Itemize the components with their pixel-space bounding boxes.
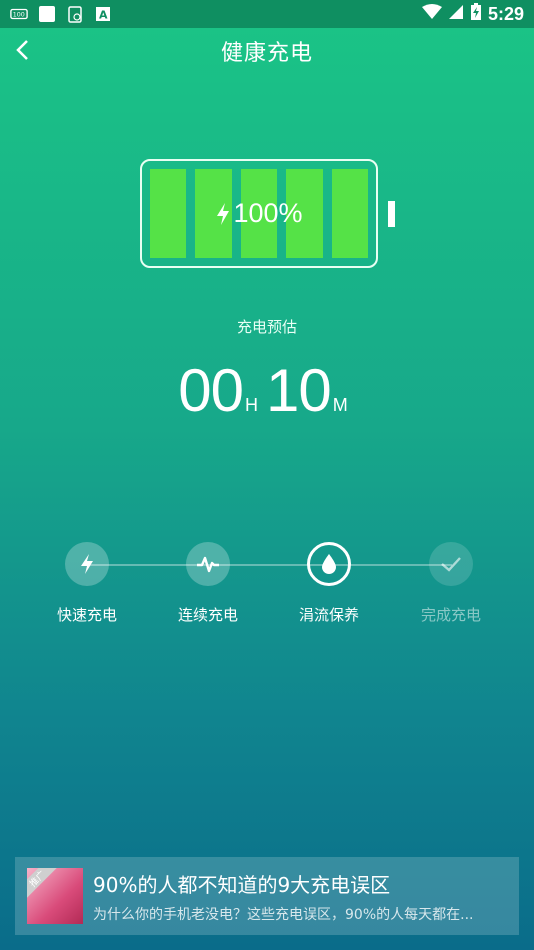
step-fast-charge: 快速充电 [40,542,134,625]
step-complete: 完成充电 [404,542,498,625]
svg-text:A: A [99,9,108,22]
pulse-icon [186,542,230,586]
clipboard-icon [66,5,84,23]
lightning-icon [215,202,231,226]
status-bar: 100 A 5:29 [0,0,534,28]
estimate-minutes-unit: M [332,395,348,415]
back-arrow-icon[interactable] [8,34,36,66]
check-icon [429,542,473,586]
battery-nub [388,201,395,227]
square-icon [38,5,56,23]
ad-tag: 推广 [27,868,59,901]
status-time: 5:29 [487,3,524,24]
app-icon: 100 [10,5,28,23]
droplet-icon [307,542,351,586]
estimate-hours-unit: H [245,395,258,415]
step-label: 快速充电 [56,606,117,624]
page-title: 健康充电 [220,41,313,66]
header: 健康充电 [0,28,534,74]
battery-charging-icon [470,2,482,26]
estimate-minutes: 10 [266,357,332,424]
battery-percent-label: 100% [233,198,303,228]
steps-line [86,564,452,566]
step-trickle-care: 涓流保养 [282,542,376,625]
estimate-timer: 00 H 10 M [0,356,534,425]
ad-thumbnail: 推广 [27,868,83,924]
step-label: 涓流保养 [298,606,359,624]
wifi-icon [421,3,442,25]
ad-text: 90%的人都不知道的9大充电误区 为什么你的手机老没电？这些充电误区，90%的人… [93,869,519,924]
step-label: 完成充电 [420,606,481,624]
signal-icon [448,4,464,25]
estimate-hours: 00 [178,357,244,424]
ad-title: 90%的人都不知道的9大充电误区 [93,872,391,897]
step-continuous-charge: 连续充电 [161,542,255,625]
ad-subtitle: 为什么你的手机老没电？这些充电误区，90%的人每天都在... [93,906,474,923]
step-label: 连续充电 [177,606,238,624]
text-icon: A [94,5,112,23]
battery-indicator: 100% [140,159,395,269]
svg-text:100: 100 [13,12,25,19]
lightning-icon [65,542,109,586]
charging-steps: 快速充电 连续充电 涓流保养 完成充电 [40,542,496,632]
ad-banner[interactable]: 推广 90%的人都不知道的9大充电误区 为什么你的手机老没电？这些充电误区，90… [15,857,519,935]
estimate-label: 充电预估 [236,318,297,336]
battery-percent: 100% [140,159,378,268]
